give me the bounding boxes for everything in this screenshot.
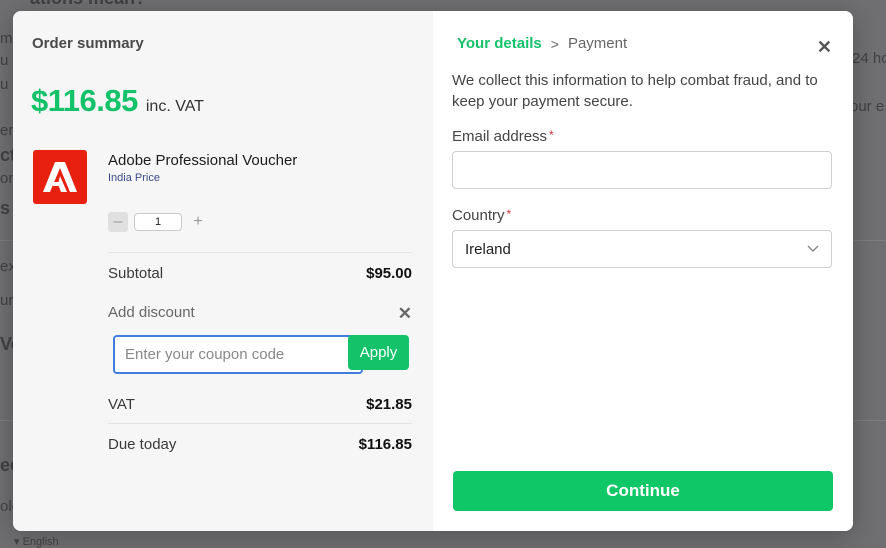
due-today-label: Due today <box>108 436 177 453</box>
required-marker: * <box>549 128 554 142</box>
due-today-row: Due today $116.85 <box>108 436 412 453</box>
bg-text: 24 ho <box>852 50 886 67</box>
vat-row: VAT $21.85 <box>108 396 412 413</box>
details-panel: Your details > Payment ✕ We collect this… <box>433 11 853 531</box>
close-icon[interactable]: ✕ <box>817 37 832 58</box>
discount-row: Add discount ✕ <box>108 304 412 324</box>
country-label-text: Country <box>452 207 505 224</box>
vat-label: VAT <box>108 396 135 413</box>
checkout-steps: Your details > Payment <box>457 35 627 52</box>
due-today-value: $116.85 <box>358 436 412 453</box>
product-region: India Price <box>108 172 160 184</box>
fraud-info-text: We collect this information to help comb… <box>452 72 818 110</box>
email-field[interactable] <box>452 151 832 189</box>
price-suffix: inc. VAT <box>145 98 204 115</box>
bg-text: s <box>0 198 11 218</box>
bg-text: u <box>0 76 9 93</box>
email-label: Email address * <box>452 128 554 145</box>
vat-value: $21.85 <box>366 396 412 413</box>
country-label: Country * <box>452 207 511 224</box>
bg-language: ▾ English <box>14 536 59 548</box>
subtotal-value: $95.00 <box>366 265 412 282</box>
close-discount-icon[interactable]: ✕ <box>398 304 412 324</box>
quantity-stepper: – + <box>108 212 208 232</box>
continue-button[interactable]: Continue <box>453 471 833 511</box>
bg-text: u <box>0 52 9 69</box>
step-your-details: Your details <box>457 35 542 52</box>
country-select[interactable]: Ireland <box>452 230 832 268</box>
bg-text: er <box>0 122 14 139</box>
step-payment: Payment <box>567 35 628 52</box>
price-amount: $116.85 <box>31 83 138 118</box>
order-summary-title: Order summary <box>32 35 144 52</box>
order-summary-panel: Order summary $116.85 inc. VAT Adobe Pro… <box>13 11 433 531</box>
apply-coupon-button[interactable]: Apply <box>348 335 409 370</box>
add-discount-label: Add discount <box>108 304 195 321</box>
chevron-right-icon: > <box>550 35 559 52</box>
subtotal-label: Subtotal <box>108 265 164 282</box>
adobe-logo-icon <box>33 150 87 204</box>
country-value: Ireland <box>465 240 511 258</box>
chevron-down-icon <box>807 245 819 252</box>
bg-text: ations mean? <box>30 0 146 9</box>
checkout-modal: Order summary $116.85 inc. VAT Adobe Pro… <box>13 11 853 531</box>
bg-text: our e <box>850 98 885 115</box>
required-marker: * <box>506 207 512 221</box>
increase-quantity-button[interactable]: + <box>188 212 208 232</box>
divider <box>108 252 412 253</box>
coupon-code-input[interactable] <box>113 335 363 374</box>
total-price: $116.85 inc. VAT <box>31 83 204 119</box>
quantity-input[interactable] <box>134 213 182 231</box>
decrease-quantity-button[interactable]: – <box>108 212 128 232</box>
email-label-text: Email address <box>452 128 548 145</box>
divider <box>108 423 412 424</box>
product-name: Adobe Professional Voucher <box>108 152 298 169</box>
bg-text: ur <box>0 292 14 309</box>
subtotal-row: Subtotal $95.00 <box>108 265 412 282</box>
bg-text: m <box>0 30 13 47</box>
